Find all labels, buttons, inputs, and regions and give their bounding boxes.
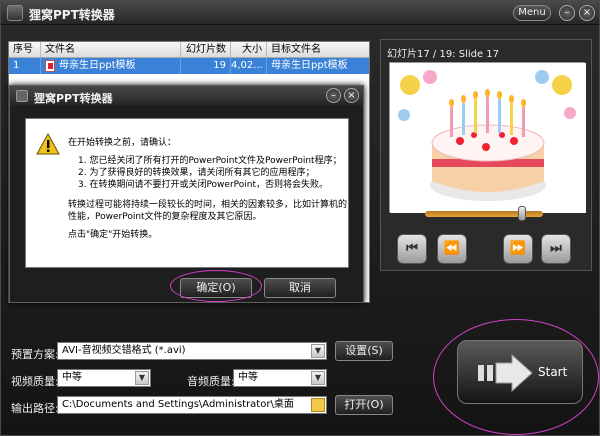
cell-filename: 母亲生日ppt模板 xyxy=(41,58,181,74)
chevron-down-icon: ▼ xyxy=(311,371,325,385)
dialog-title-bar[interactable]: 狸窝PPT转换器 – × xyxy=(10,86,363,106)
seek-handle[interactable] xyxy=(517,206,526,221)
ok-highlight-circle xyxy=(170,270,262,302)
folder-icon[interactable] xyxy=(311,398,325,412)
preview-panel: 幻灯片17 / 19: Slide 17 ⏮ ⏪ ⏩ ⏭ xyxy=(380,39,592,271)
close-button[interactable]: × xyxy=(579,5,595,21)
audio-quality-select[interactable]: 中等 ▼ xyxy=(233,369,327,387)
dialog-checklist: 1. 您已经关闭了所有打开的PowerPoint文件及PowerPoint程序；… xyxy=(78,155,348,191)
preset-label: 预置方案: xyxy=(11,348,59,361)
cell-size: 4,02... xyxy=(231,58,267,74)
col-header-slides[interactable]: 幻灯片数 xyxy=(181,42,231,57)
audio-quality-value: 中等 xyxy=(238,372,258,383)
start-highlight-circle xyxy=(433,319,599,435)
dialog-message: 在开始转换之前，请确认： 1. 您已经关闭了所有打开的PowerPoint文件及… xyxy=(68,137,348,244)
next-slide-button[interactable]: ⏩ xyxy=(503,234,533,264)
dialog-close-button[interactable]: × xyxy=(344,88,359,103)
col-header-index[interactable]: 序号 xyxy=(9,42,41,57)
dialog-note: 转换过程可能将持续一段较长的时间，相关的因素较多，比如计算机的性能，PowerP… xyxy=(68,200,348,222)
list-item: 1. 您已经关闭了所有打开的PowerPoint文件及PowerPoint程序； xyxy=(78,156,342,166)
dialog-intro: 在开始转换之前，请确认： xyxy=(68,138,177,148)
video-quality-label: 视频质量: xyxy=(11,375,59,388)
minimize-button[interactable]: – xyxy=(559,5,575,21)
app-title: 狸窝PPT转换器 xyxy=(29,8,115,22)
output-path-value: C:\Documents and Settings\Administrator\… xyxy=(62,399,294,410)
preset-select[interactable]: AVI-音视频交错格式 (*.avi) ▼ xyxy=(57,342,327,360)
app-logo-icon xyxy=(7,5,23,21)
audio-quality-label: 音频质量: xyxy=(187,375,235,388)
cell-filename-text: 母亲生日ppt模板 xyxy=(59,60,136,71)
video-quality-value: 中等 xyxy=(62,372,82,383)
preset-value: AVI-音视频交错格式 (*.avi) xyxy=(62,345,186,356)
fast-forward-icon: ⏩ xyxy=(509,241,527,256)
first-slide-button[interactable]: ⏮ xyxy=(397,234,427,264)
rewind-icon: ⏪ xyxy=(443,241,461,256)
table-row[interactable]: 1 母亲生日ppt模板 19 4,02... 母亲生日ppt模板 xyxy=(9,58,369,74)
main-window: 狸窝PPT转换器 Menu – × 序号 文件名 幻灯片数 大小 目标文件名 1… xyxy=(0,0,600,436)
list-item: 3. 在转换期间请不要打开或关闭PowerPoint，否则将会失败。 xyxy=(78,180,329,190)
skip-back-icon: ⏮ xyxy=(406,241,418,256)
settings-button[interactable]: 设置(S) xyxy=(335,341,393,361)
close-icon: × xyxy=(347,90,356,101)
dialog-title: 狸窝PPT转换器 xyxy=(34,92,113,105)
minimize-icon: – xyxy=(331,90,336,101)
col-header-size[interactable]: 大小 xyxy=(231,42,267,57)
slide-counter: 幻灯片17 / 19: Slide 17 xyxy=(387,49,500,60)
app-logo-icon xyxy=(16,90,28,102)
table-header: 序号 文件名 幻灯片数 大小 目标文件名 xyxy=(9,42,369,58)
close-icon: × xyxy=(582,7,592,18)
previous-slide-button[interactable]: ⏪ xyxy=(437,234,467,264)
cell-slides: 19 xyxy=(181,58,231,74)
output-path-label: 输出路径: xyxy=(11,402,59,415)
last-slide-button[interactable]: ⏭ xyxy=(541,234,571,264)
cell-target: 母亲生日ppt模板 xyxy=(271,60,348,71)
skip-forward-icon: ⏭ xyxy=(550,241,562,256)
minimize-icon: – xyxy=(564,7,570,18)
confirm-dialog: 狸窝PPT转换器 – × 在开始转换之前，请确认： 1. 您已经关闭了所有打开的… xyxy=(9,85,364,303)
chevron-down-icon: ▼ xyxy=(311,344,325,358)
video-quality-select[interactable]: 中等 ▼ xyxy=(57,369,151,387)
cancel-button[interactable]: 取消 xyxy=(264,278,336,298)
birthday-cake-image xyxy=(390,63,586,213)
cell-index: 1 xyxy=(9,58,41,74)
open-folder-button-label: 打开(O) xyxy=(344,398,384,411)
chevron-down-icon: ▼ xyxy=(135,371,149,385)
open-folder-button[interactable]: 打开(O) xyxy=(335,395,393,415)
warning-icon xyxy=(36,133,60,155)
menu-button-label: Menu xyxy=(518,7,546,18)
output-path-input[interactable]: C:\Documents and Settings\Administrator\… xyxy=(57,396,327,414)
dialog-message-panel: 在开始转换之前，请确认： 1. 您已经关闭了所有打开的PowerPoint文件及… xyxy=(25,118,349,268)
dialog-prompt: 点击"确定"开始转换。 xyxy=(68,230,158,240)
col-header-filename[interactable]: 文件名 xyxy=(41,42,181,57)
cancel-button-label: 取消 xyxy=(289,281,311,294)
settings-button-label: 设置(S) xyxy=(345,344,383,357)
menu-button[interactable]: Menu xyxy=(513,5,551,21)
list-item: 2. 为了获得良好的转换效果，请关闭所有其它的应用程序； xyxy=(78,168,315,178)
title-bar[interactable]: 狸窝PPT转换器 Menu – × xyxy=(1,1,599,25)
slide-preview-image xyxy=(389,62,586,213)
ppt-file-icon xyxy=(45,60,55,72)
dialog-minimize-button[interactable]: – xyxy=(326,88,341,103)
col-header-target[interactable]: 目标文件名 xyxy=(267,42,369,57)
